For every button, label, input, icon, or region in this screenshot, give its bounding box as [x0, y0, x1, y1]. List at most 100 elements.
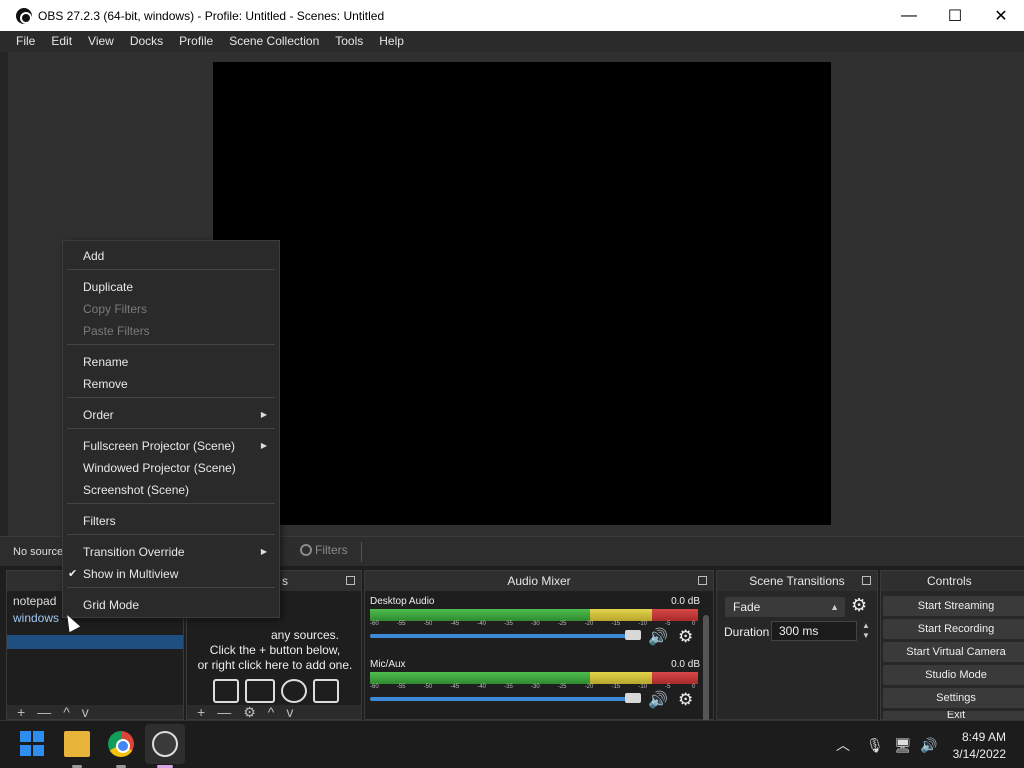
- start-virtual-camera-button[interactable]: Start Virtual Camera: [883, 642, 1024, 662]
- start-streaming-button[interactable]: Start Streaming: [883, 596, 1024, 616]
- network-icon[interactable]: 🖥: [894, 721, 912, 768]
- meter-tick-label: -50: [423, 684, 433, 690]
- transition-select[interactable]: Fade ▲▼: [725, 597, 845, 632]
- checkmark-icon: ✔: [68, 568, 78, 580]
- controls-title: Controls: [881, 571, 1024, 591]
- sources-float-icon[interactable]: [346, 576, 355, 585]
- menu-help[interactable]: Help: [371, 31, 412, 52]
- move-source-down-button[interactable]: v: [286, 705, 293, 719]
- menu-profile[interactable]: Profile: [171, 31, 221, 52]
- duration-spinner[interactable]: ▲ ▼: [859, 621, 873, 641]
- ctx-windowed-projector[interactable]: Windowed Projector (Scene): [83, 461, 236, 475]
- meter-tick-label: -10: [638, 621, 647, 627]
- channel-name: Desktop Audio: [370, 596, 435, 607]
- ctx-separator: [67, 397, 275, 398]
- menu-file[interactable]: File: [8, 31, 43, 52]
- ctx-add[interactable]: Add: [83, 249, 104, 263]
- hint-line-1: any sources.: [270, 628, 340, 642]
- menu-tools[interactable]: Tools: [327, 31, 371, 52]
- ctx-duplicate[interactable]: Duplicate: [83, 280, 133, 294]
- menu-view[interactable]: View: [80, 31, 122, 52]
- scene-transitions-title-text: Scene Transitions: [749, 574, 845, 588]
- meter-tick-label: -60: [370, 684, 379, 690]
- mixer-float-icon[interactable]: [698, 576, 707, 585]
- file-explorer-icon[interactable]: [64, 731, 90, 757]
- exit-button[interactable]: Exit: [883, 711, 1024, 719]
- volume-icon[interactable]: 🔊: [920, 721, 937, 768]
- volume-slider-handle[interactable]: [625, 630, 641, 640]
- scene-item-windows[interactable]: windows: [13, 611, 59, 625]
- add-scene-button[interactable]: +: [17, 705, 25, 719]
- audio-mixer-title-text: Audio Mixer: [507, 574, 571, 588]
- minimize-button[interactable]: —: [886, 0, 932, 31]
- transitions-float-icon[interactable]: [862, 576, 871, 585]
- volume-meter: [370, 609, 698, 621]
- controls-title-text: Controls: [927, 574, 972, 588]
- scene-item-notepad[interactable]: notepad: [13, 594, 56, 608]
- add-source-button[interactable]: +: [197, 705, 205, 719]
- duration-input[interactable]: 300 ms: [771, 621, 857, 641]
- menu-docks[interactable]: Docks: [122, 31, 171, 52]
- ctx-separator: [67, 269, 275, 270]
- ctx-copy-filters: Copy Filters: [83, 302, 148, 316]
- meter-tick-label: -35: [504, 621, 513, 627]
- microphone-icon[interactable]: 🎙: [866, 721, 884, 768]
- title-bar: OBS 27.2.3 (64-bit, windows) - Profile: …: [0, 0, 1024, 31]
- obs-taskbar-icon[interactable]: [152, 731, 178, 757]
- move-source-up-button[interactable]: ^: [268, 705, 275, 719]
- ctx-separator: [67, 344, 275, 345]
- hint-line-2: Click the + button below,: [209, 643, 341, 657]
- source-gear-icon[interactable]: ⚙: [243, 705, 256, 719]
- start-recording-button[interactable]: Start Recording: [883, 619, 1024, 639]
- audio-mixer-dock: Audio Mixer Desktop Audio 0.0 dB -60 -55 -…: [364, 570, 714, 737]
- ctx-fullscreen-projector[interactable]: Fullscreen Projector (Scene): [83, 439, 235, 453]
- volume-slider[interactable]: [370, 693, 641, 703]
- windows-start-icon[interactable]: [20, 731, 46, 757]
- speaker-icon[interactable]: 🔊: [648, 690, 670, 709]
- volume-slider-handle[interactable]: [625, 693, 641, 703]
- maximize-button[interactable]: ☐: [932, 0, 978, 31]
- ctx-order[interactable]: Order: [83, 408, 114, 422]
- obs-logo-icon: [16, 7, 32, 24]
- taskbar-clock[interactable]: 8:49 AM 3/14/2022: [953, 729, 1006, 763]
- speaker-icon[interactable]: 🔊: [648, 627, 670, 646]
- move-scene-down-button[interactable]: v: [82, 705, 89, 719]
- transition-gear-icon[interactable]: ⚙: [851, 595, 867, 616]
- meter-tick-label: -35: [504, 684, 513, 690]
- clock-time: 8:49 AM: [961, 730, 1006, 744]
- volume-slider[interactable]: [370, 630, 641, 640]
- channel-name: Mic/Aux: [370, 659, 406, 670]
- ctx-rename[interactable]: Rename: [83, 355, 128, 369]
- gear-icon[interactable]: ⚙: [678, 690, 693, 710]
- ctx-filters[interactable]: Filters: [83, 514, 116, 528]
- remove-source-button[interactable]: —: [217, 705, 231, 719]
- gear-icon[interactable]: ⚙: [678, 627, 693, 647]
- no-source-label: No source: [13, 546, 64, 558]
- menu-bar: File Edit View Docks Profile Scene Colle…: [0, 31, 1024, 52]
- settings-button[interactable]: Settings: [883, 688, 1024, 708]
- chrome-icon[interactable]: [108, 731, 134, 757]
- menu-scene-collection[interactable]: Scene Collection: [221, 31, 327, 52]
- camera-icon: [313, 679, 339, 703]
- close-button[interactable]: ✕: [978, 0, 1024, 31]
- meter-tick-label: -30: [531, 684, 540, 690]
- sources-footer: + — ⚙ ^ v: [187, 705, 361, 719]
- meter-tick-label: -60: [370, 621, 379, 627]
- tray-chevron-up-icon[interactable]: ︿: [836, 721, 850, 768]
- ctx-show-in-multiview[interactable]: Show in Multiview: [83, 567, 178, 581]
- meter-tick-label: -30: [531, 621, 540, 627]
- studio-mode-button[interactable]: Studio Mode: [883, 665, 1024, 685]
- remove-scene-button[interactable]: —: [37, 705, 51, 719]
- menu-edit[interactable]: Edit: [43, 31, 80, 52]
- mixer-scrollbar[interactable]: [703, 615, 709, 737]
- meter-tick-label: -20: [584, 684, 594, 690]
- ctx-grid-mode[interactable]: Grid Mode: [83, 598, 139, 612]
- ctx-screenshot[interactable]: Screenshot (Scene): [83, 483, 189, 497]
- move-scene-up-button[interactable]: ^: [63, 705, 70, 719]
- scenes-footer: + — ^ v: [7, 705, 183, 719]
- ctx-transition-override[interactable]: Transition Override: [83, 545, 185, 559]
- preview-canvas[interactable]: [213, 62, 831, 525]
- filters-button[interactable]: Filters: [300, 543, 348, 557]
- ctx-remove[interactable]: Remove: [83, 377, 128, 391]
- window-title: OBS 27.2.3 (64-bit, windows) - Profile: …: [38, 8, 385, 23]
